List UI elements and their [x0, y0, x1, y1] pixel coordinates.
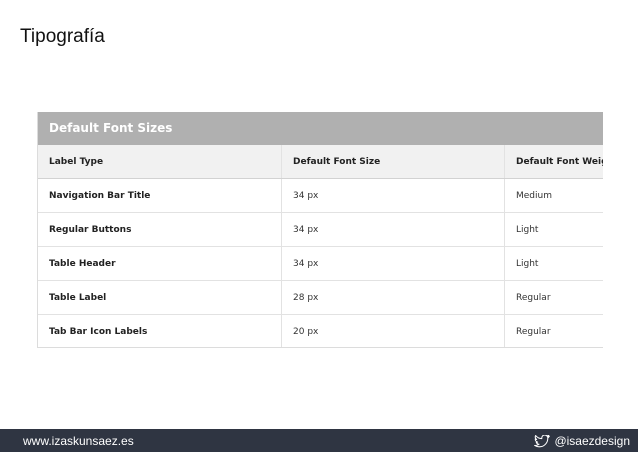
twitter-handle-link[interactable]: @isaezdesign [534, 433, 630, 448]
font-sizes-grid: Label Type Default Font Size Default Fon… [38, 145, 603, 347]
row-font-weight: Light [504, 246, 603, 281]
column-header-font-weight: Default Font Weight [504, 145, 603, 179]
twitter-handle-label: @isaezdesign [554, 434, 630, 448]
font-sizes-table: Default Font Sizes Label Type Default Fo… [37, 112, 603, 348]
table-row: Tab Bar Icon Labels 20 px Regular [38, 314, 603, 347]
row-font-weight: Regular [504, 280, 603, 315]
row-label-type: Navigation Bar Title [38, 178, 282, 213]
row-label-type: Tab Bar Icon Labels [49, 326, 148, 337]
row-font-size: 20 px [281, 314, 505, 347]
row-font-size: 34 px [281, 178, 505, 213]
row-font-weight: Medium [504, 178, 603, 213]
table-row: Table Header 34 px Light [38, 246, 603, 281]
row-font-size: 34 px [281, 246, 505, 281]
table-header-row: Label Type Default Font Size Default Fon… [38, 145, 603, 179]
row-font-size: 34 px [281, 212, 505, 247]
row-font-size: 28 px [281, 280, 505, 315]
website-link[interactable]: www.izaskunsaez.es [23, 434, 134, 448]
table-row: Navigation Bar Title 34 px Medium [38, 178, 603, 213]
row-font-weight: Light [504, 212, 603, 247]
table-caption: Default Font Sizes [38, 112, 603, 145]
row-label-type: Table Header [38, 246, 282, 281]
row-font-weight: Regular [504, 314, 603, 347]
row-label-type: Table Label [38, 280, 282, 315]
column-header-label-type: Label Type [38, 145, 282, 179]
footer-bar: www.izaskunsaez.es @isaezdesign [0, 429, 638, 452]
table-row: Regular Buttons 34 px Light [38, 212, 603, 247]
slide-title: Tipografía [20, 26, 105, 47]
table-row: Table Label 28 px Regular [38, 280, 603, 315]
twitter-bird-icon [534, 433, 551, 448]
column-header-font-size: Default Font Size [281, 145, 505, 179]
row-label-type: Regular Buttons [38, 212, 282, 247]
